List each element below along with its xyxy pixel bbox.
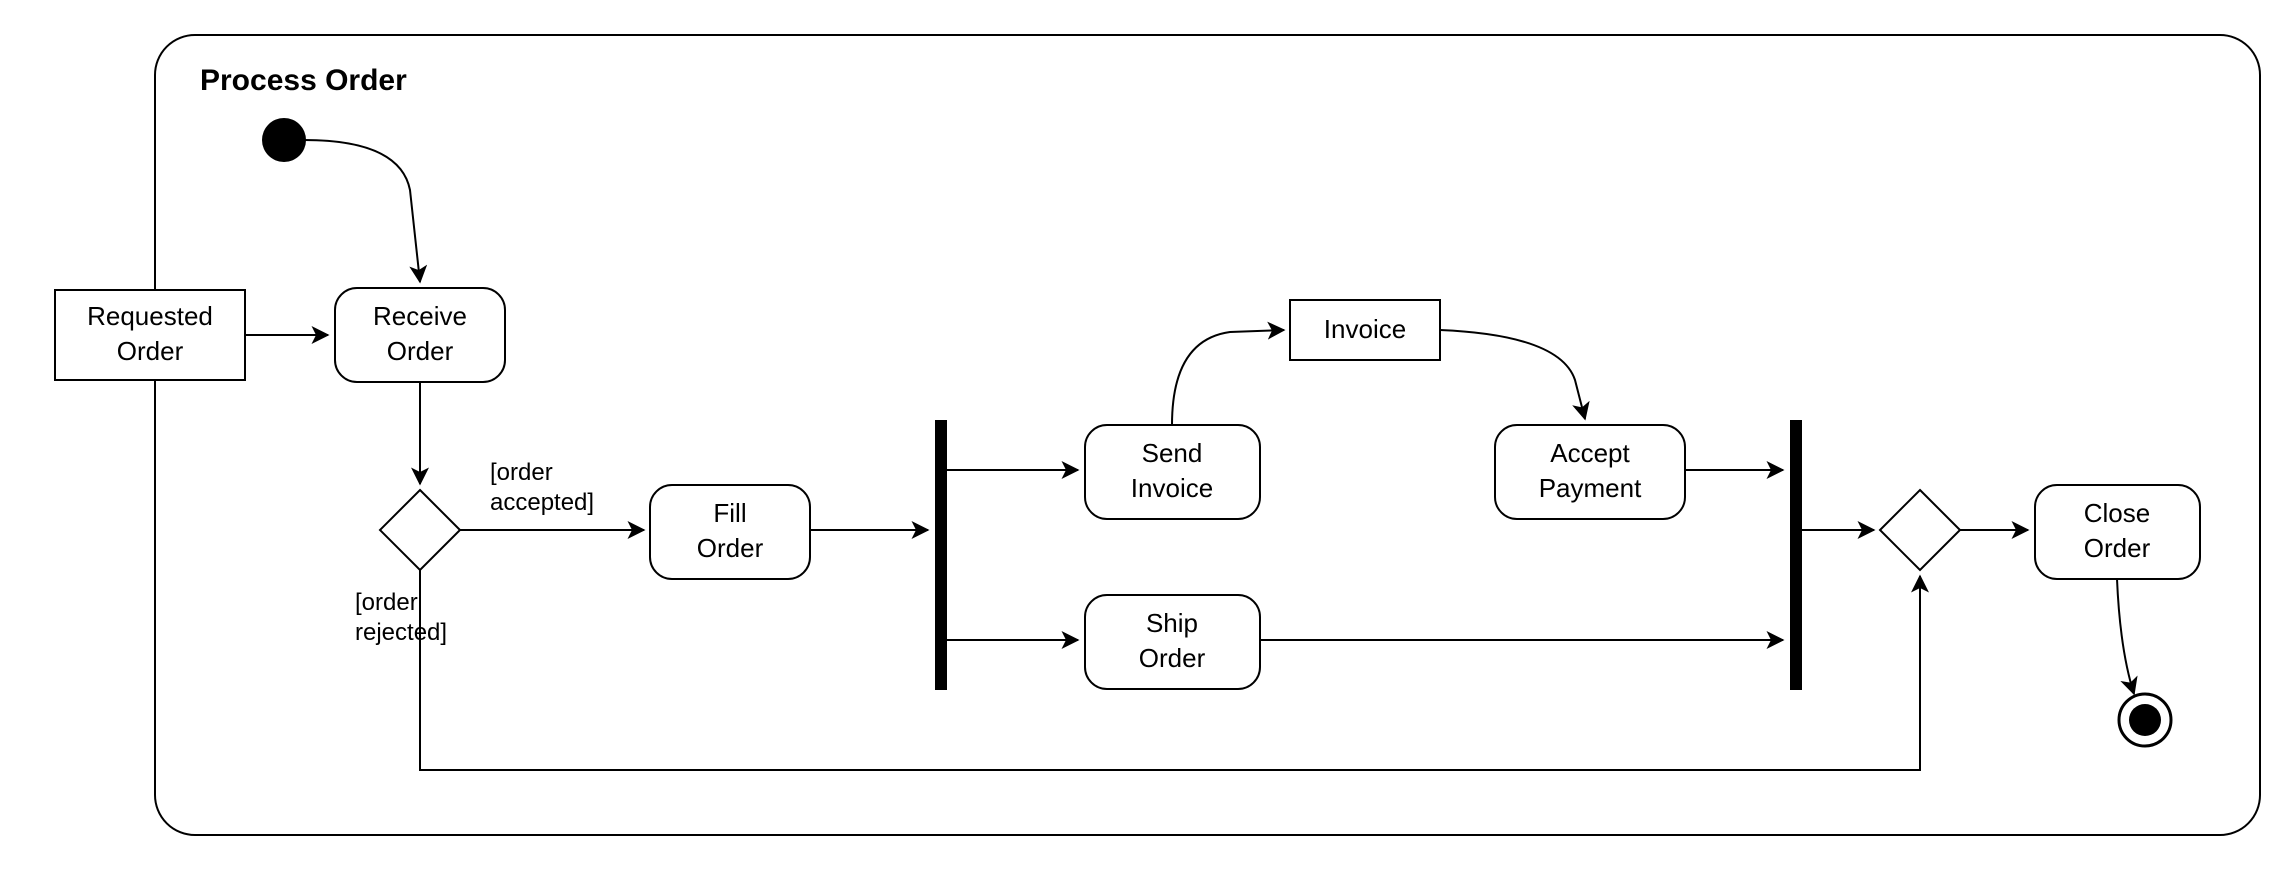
guard-accepted-line2: accepted] — [490, 489, 594, 516]
guard-rejected-line1: [order — [355, 589, 418, 616]
edge-initial-receive — [304, 140, 420, 282]
svg-text:Payment: Payment — [1539, 473, 1642, 503]
activity-ship-order: Ship Order — [1085, 595, 1260, 689]
decision-node — [380, 490, 460, 570]
svg-text:Fill: Fill — [713, 498, 746, 528]
frame-title: Process Order — [200, 64, 407, 97]
edge-sendinvoice-invoice — [1172, 330, 1284, 425]
edge-invoice-accept — [1440, 330, 1585, 419]
activity-send-invoice: Send Invoice — [1085, 425, 1260, 519]
fork-bar — [935, 420, 947, 690]
object-requested-order: Requested Order — [55, 290, 245, 380]
svg-text:Receive: Receive — [373, 301, 467, 331]
svg-text:Requested: Requested — [87, 301, 213, 331]
svg-text:Order: Order — [117, 336, 184, 366]
svg-text:Order: Order — [697, 533, 764, 563]
svg-text:Accept: Accept — [1550, 438, 1630, 468]
svg-text:Invoice: Invoice — [1324, 314, 1406, 344]
svg-text:Order: Order — [2084, 533, 2151, 563]
svg-text:Order: Order — [387, 336, 454, 366]
object-invoice: Invoice — [1290, 300, 1440, 360]
initial-node — [262, 118, 306, 162]
svg-text:Send: Send — [1142, 438, 1203, 468]
activity-close-order: Close Order — [2035, 485, 2200, 579]
guard-rejected-line2: rejected] — [355, 619, 447, 646]
activity-accept-payment: Accept Payment — [1495, 425, 1685, 519]
join-bar — [1790, 420, 1802, 690]
svg-text:Invoice: Invoice — [1131, 473, 1213, 503]
activity-receive-order: Receive Order — [335, 288, 505, 382]
activity-fill-order: Fill Order — [650, 485, 810, 579]
svg-text:Ship: Ship — [1146, 608, 1198, 638]
svg-text:Close: Close — [2084, 498, 2150, 528]
svg-text:Order: Order — [1139, 643, 1206, 673]
final-node — [2119, 694, 2171, 746]
guard-accepted-line1: [order — [490, 459, 553, 486]
merge-node — [1880, 490, 1960, 570]
activity-diagram: Process Order Requested Order Receive Or… — [0, 0, 2296, 870]
edge-close-final — [2117, 579, 2134, 694]
